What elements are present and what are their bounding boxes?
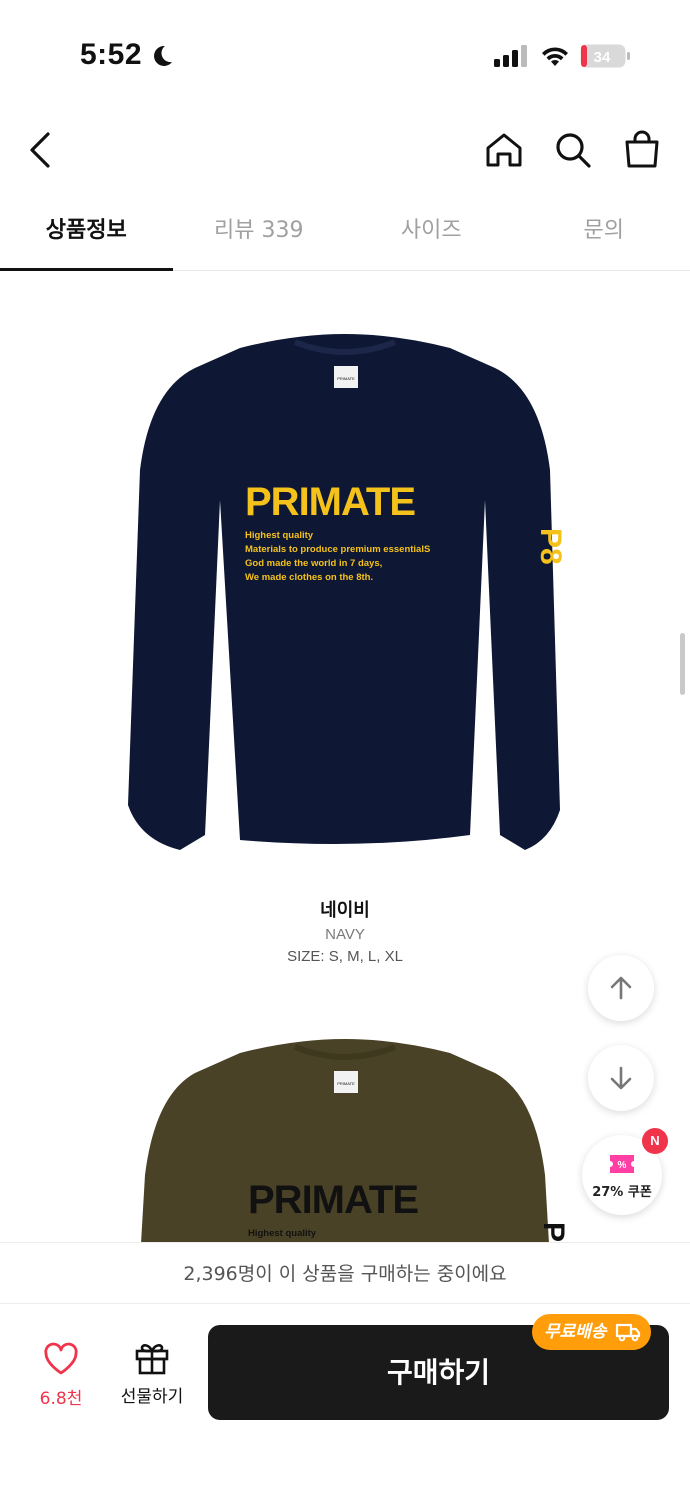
shopping-bag-icon[interactable] (620, 128, 664, 172)
color-caption: 네이비 NAVY SIZE: S, M, L, XL (0, 898, 690, 968)
print-brand-word: PRIMATE (248, 1178, 419, 1222)
truck-icon (615, 1323, 640, 1342)
print-brand-word: PRIMATE (245, 480, 416, 524)
gift-icon (135, 1344, 169, 1375)
battery-level: 34 (594, 49, 611, 66)
free-shipping-label: 무료배송 (544, 1322, 607, 1342)
cellular-signal-icon (494, 45, 527, 67)
back-arrow-icon[interactable] (20, 128, 64, 172)
coupon-ticket-icon: % (610, 1155, 634, 1173)
battery-icon: 34 (580, 44, 630, 68)
like-count: 6.8천 (39, 1389, 83, 1409)
print-line: Materials to produce premium essentialS (245, 544, 431, 555)
print-lines: Highest quality Materials to produce pre… (245, 529, 465, 585)
svg-text:%: % (618, 1160, 627, 1171)
print-line: God made the world in 7 days, (245, 558, 383, 569)
home-icon[interactable] (482, 128, 526, 172)
arrow-down-icon (610, 1066, 632, 1090)
bottom-purchase-bar: 2,396명이 이 상품을 구매하는 중이에요 6.8천 선물하기 구매하기 무… (0, 1242, 690, 1500)
like-button[interactable]: 6.8천 (26, 1342, 96, 1409)
tab-inquiry[interactable]: 문의 (518, 195, 690, 270)
free-shipping-badge: 무료배송 (532, 1314, 651, 1350)
navy-print: PRIMATE Highest quality Materials to pro… (245, 480, 567, 585)
size-info: SIZE: S, M, L, XL (287, 948, 403, 965)
scroll-down-button[interactable] (588, 1045, 654, 1111)
shirt-tag-text: PRIMATE (337, 1081, 355, 1086)
product-image-olive: PRIMATE PRIMATE Highest quality P8 (120, 1035, 570, 1250)
arrow-up-icon (610, 976, 632, 1000)
heart-icon (44, 1342, 78, 1375)
color-name-en: NAVY (325, 926, 365, 943)
print-line: Highest quality (245, 530, 314, 541)
print-line: We made clothes on the 8th. (245, 572, 374, 583)
color-name-ko: 네이비 (320, 900, 370, 921)
olive-print: PRIMATE Highest quality P8 (248, 1178, 570, 1250)
print-brand-mark: P8 (534, 528, 567, 565)
buyer-count-notice: 2,396명이 이 상품을 구매하는 중이에요 (0, 1242, 690, 1304)
tab-product-info[interactable]: 상품정보 (0, 195, 173, 271)
status-time: 5:52 (80, 38, 143, 71)
navy-shirt-graphic: PRIMATE (128, 334, 560, 850)
scroll-up-button[interactable] (588, 955, 654, 1021)
tab-reviews[interactable]: 리뷰 339 (173, 195, 346, 270)
print-lines: Highest quality (248, 1227, 468, 1241)
coupon-label: 27% 쿠폰 (592, 1185, 652, 1200)
gift-button[interactable]: 선물하기 (112, 1338, 192, 1407)
tab-size[interactable]: 사이즈 (345, 195, 518, 270)
product-tabs: 상품정보 리뷰 339 사이즈 문의 (0, 195, 690, 271)
moon-icon (154, 45, 172, 66)
search-icon[interactable] (551, 128, 595, 172)
print-line: Highest quality (248, 1228, 317, 1239)
scroll-indicator[interactable] (680, 633, 685, 695)
new-badge: N (642, 1128, 668, 1154)
product-image-navy: PRIMATE PRIMATE Highest quality Material… (120, 330, 570, 860)
status-bar: 5:52 34 (0, 0, 690, 100)
gift-label: 선물하기 (120, 1387, 184, 1407)
shirt-tag-text: PRIMATE (337, 376, 355, 381)
top-navigation (0, 110, 690, 190)
wifi-icon (542, 47, 568, 66)
